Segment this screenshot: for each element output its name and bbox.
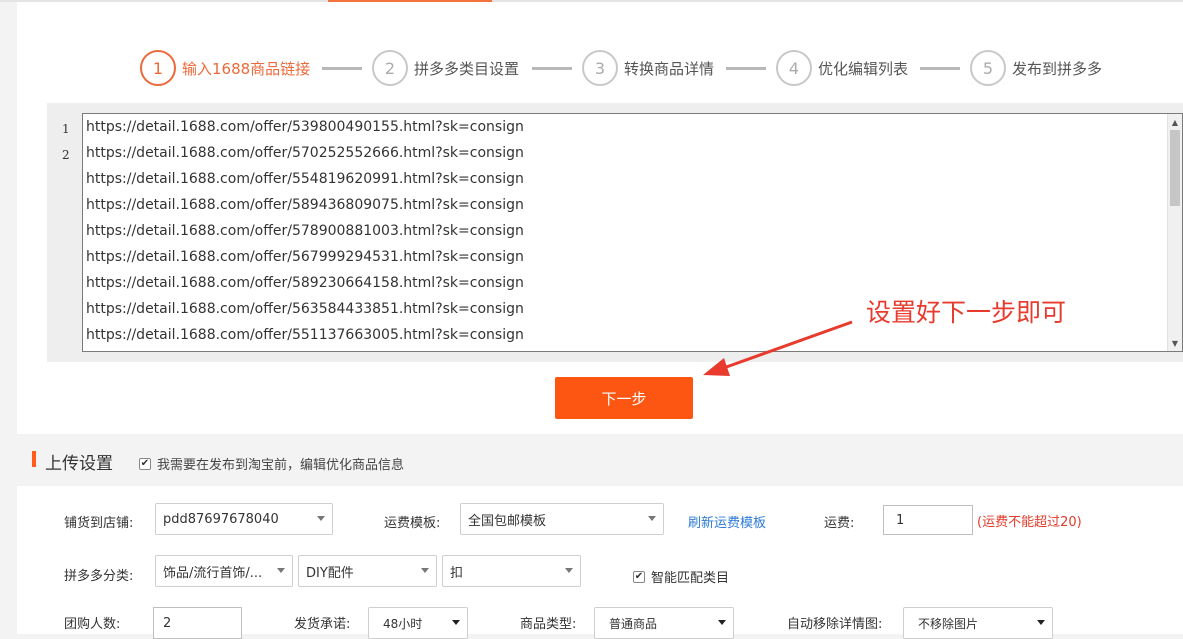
- group-size-label: 团购人数:: [64, 617, 121, 632]
- ship-promise-select[interactable]: 48小时: [368, 607, 468, 639]
- url-line: https://detail.1688.com/offer/5789008810…: [86, 223, 524, 239]
- step-2[interactable]: 2 拼多多类目设置: [372, 50, 519, 86]
- url-line: https://detail.1688.com/offer/5892306641…: [86, 275, 524, 291]
- category-level-3-value: 扣: [450, 565, 464, 581]
- next-step-button[interactable]: 下一步: [555, 377, 693, 419]
- chevron-down-icon: [317, 516, 325, 521]
- step-4[interactable]: 4 优化编辑列表: [776, 50, 908, 86]
- product-type-select[interactable]: 普通商品: [594, 607, 734, 639]
- chevron-down-icon: [421, 568, 429, 573]
- step-5[interactable]: 5 发布到拼多多: [970, 50, 1102, 86]
- smart-match-label: 智能匹配类目: [651, 571, 730, 586]
- edit-before-publish-checkbox[interactable]: ✔: [139, 457, 151, 470]
- step-3[interactable]: 3 转换商品详情: [582, 50, 714, 86]
- step-1[interactable]: 1 输入1688商品链接: [140, 50, 310, 86]
- auto-remove-label: 自动移除详情图:: [787, 617, 883, 632]
- category-level-1-value: 饰品/流行首饰/...: [163, 565, 263, 581]
- product-type-label: 商品类型:: [520, 617, 577, 632]
- step-3-label: 转换商品详情: [624, 59, 715, 78]
- shop-label: 铺货到店铺:: [64, 516, 134, 531]
- auto-remove-select[interactable]: 不移除图片: [903, 607, 1053, 639]
- scroll-down-arrow-icon[interactable]: ▼: [1168, 336, 1182, 350]
- url-line: https://detail.1688.com/offer/5679992945…: [86, 249, 524, 265]
- url-line: https://detail.1688.com/offer/5398004901…: [86, 119, 524, 135]
- step-3-number: 3: [582, 50, 618, 86]
- chevron-down-icon: [452, 620, 460, 625]
- category-level-2-value: DIY配件: [306, 565, 354, 581]
- upload-settings-form: 铺货到店铺: pdd87697678040 运费模板: 全国包邮模板 刷新运费模…: [17, 486, 1183, 639]
- smart-match-option[interactable]: ✔ 智能匹配类目: [633, 567, 729, 586]
- chevron-down-icon: [1037, 620, 1045, 625]
- auto-remove-value: 不移除图片: [918, 616, 979, 631]
- section-title: 上传设置: [45, 454, 113, 474]
- scroll-up-arrow-icon[interactable]: ▲: [1168, 115, 1182, 129]
- url-line: https://detail.1688.com/offer/5511376630…: [86, 327, 524, 343]
- category-label: 拼多多分类:: [64, 569, 134, 584]
- step-connector: [532, 67, 572, 70]
- step-connector: [920, 67, 960, 70]
- step-2-number: 2: [372, 50, 408, 86]
- scrollbar-thumb[interactable]: [1170, 130, 1180, 206]
- chevron-down-icon: [718, 620, 726, 625]
- freight-warning: (运费不能超过20): [977, 515, 1082, 530]
- freight-template-label: 运费模板:: [384, 516, 441, 531]
- freight-input[interactable]: 1: [883, 505, 973, 535]
- ship-promise-value: 48小时: [383, 616, 423, 631]
- smart-match-checkbox[interactable]: ✔: [633, 570, 645, 583]
- step-4-number: 4: [776, 50, 812, 86]
- category-level-3-select[interactable]: 扣: [442, 555, 581, 587]
- category-level-2-select[interactable]: DIY配件: [298, 555, 437, 587]
- upload-settings-header: 上传设置 ✔ 我需要在发布到淘宝前，编辑优化商品信息: [17, 434, 1183, 486]
- step-1-label: 输入1688商品链接: [182, 59, 311, 78]
- url-line: https://detail.1688.com/offer/5894368090…: [86, 197, 524, 213]
- url-line: https://detail.1688.com/offer/5702525526…: [86, 145, 524, 161]
- chevron-down-icon: [277, 568, 285, 573]
- step-2-label: 拼多多类目设置: [414, 59, 520, 78]
- vertical-scrollbar[interactable]: ▲ ▼: [1167, 114, 1182, 351]
- line-number: 1: [62, 122, 70, 136]
- edit-before-publish-label: 我需要在发布到淘宝前，编辑优化商品信息: [157, 458, 405, 473]
- step-5-label: 发布到拼多多: [1012, 59, 1103, 78]
- freight-template-value: 全国包邮模板: [468, 513, 547, 529]
- annotation-text: 设置好下一步即可: [866, 298, 1067, 327]
- step-connector: [322, 67, 362, 70]
- step-connector: [726, 67, 766, 70]
- freight-label: 运费:: [824, 516, 855, 531]
- refresh-freight-template-link[interactable]: 刷新运费模板: [688, 512, 766, 531]
- step-5-number: 5: [970, 50, 1006, 86]
- url-line: https://detail.1688.com/offer/5635844338…: [86, 301, 524, 317]
- chevron-down-icon: [648, 516, 656, 521]
- chevron-down-icon: [565, 568, 573, 573]
- shop-select[interactable]: pdd87697678040: [155, 503, 333, 535]
- ship-promise-label: 发货承诺:: [294, 617, 351, 632]
- freight-template-select[interactable]: 全国包邮模板: [460, 503, 664, 535]
- url-line: https://detail.1688.com/offer/5548196209…: [86, 171, 524, 187]
- category-level-1-select[interactable]: 饰品/流行首饰/...: [155, 555, 293, 587]
- edit-before-publish-option[interactable]: ✔ 我需要在发布到淘宝前，编辑优化商品信息: [139, 454, 404, 473]
- step-1-number: 1: [140, 50, 176, 86]
- group-size-input[interactable]: 2: [153, 607, 242, 639]
- section-accent-bar: [32, 451, 36, 467]
- step-4-label: 优化编辑列表: [818, 59, 909, 78]
- line-number: 2: [62, 148, 70, 162]
- product-type-value: 普通商品: [609, 616, 658, 631]
- shop-select-value: pdd87697678040: [163, 511, 279, 527]
